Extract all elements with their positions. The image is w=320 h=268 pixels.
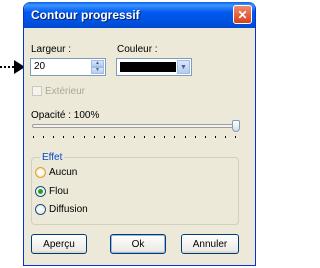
ok-button-label: Ok [131, 238, 145, 250]
slider-tick [134, 136, 135, 138]
color-swatch [120, 62, 176, 72]
preview-button-label: Aperçu [43, 238, 75, 250]
slider-tick [73, 136, 75, 138]
slider-tick [43, 136, 45, 138]
slider-tick [204, 136, 206, 138]
slider-tick [63, 136, 65, 138]
radio-option-diffusion[interactable]: Diffusion [35, 204, 88, 215]
cancel-button-label: Annuler [192, 238, 228, 250]
ok-button[interactable]: Ok [110, 234, 166, 254]
slider-tick [144, 136, 146, 138]
radio-label: Diffusion [49, 204, 88, 215]
radio-option-flou[interactable]: Flou [35, 186, 68, 197]
width-value[interactable]: 20 [34, 61, 45, 72]
slider-tick [33, 136, 34, 138]
slider-tick [154, 136, 156, 138]
chevron-down-icon[interactable]: ▼ [177, 60, 190, 74]
title-bar[interactable]: Contour progressif ✕ [24, 2, 255, 28]
radio-button[interactable] [35, 204, 46, 215]
cancel-button[interactable]: Annuler [181, 234, 239, 254]
opacity-slider-thumb[interactable] [232, 120, 240, 132]
slider-tick [103, 136, 105, 138]
screenshot: Contour progressif ✕ Largeur : 20 ▲ ▼ Co… [0, 0, 260, 268]
slider-tick [224, 136, 226, 138]
opacity-slider-ticks [33, 136, 237, 139]
radio-option-aucun[interactable]: Aucun [35, 167, 77, 178]
close-button[interactable]: ✕ [233, 5, 252, 24]
width-spinner[interactable]: 20 ▲ ▼ [30, 58, 106, 76]
effect-legend: Effet [40, 152, 65, 163]
opacity-slider-track[interactable] [32, 124, 239, 128]
radio-button[interactable] [35, 167, 46, 178]
slider-tick [214, 136, 216, 138]
slider-tick [53, 136, 55, 138]
dialog-title: Contour progressif [31, 8, 140, 22]
radio-label: Aucun [49, 167, 78, 178]
preview-button[interactable]: Aperçu [31, 234, 87, 254]
slider-tick [174, 136, 176, 138]
slider-tick [83, 136, 85, 138]
width-label: Largeur : [31, 44, 72, 55]
color-label: Couleur : [117, 44, 158, 55]
slider-tick [194, 136, 196, 138]
opacity-label: Opacité : 100% [31, 110, 100, 121]
exterior-label: Extérieur [45, 86, 86, 97]
spin-up-icon[interactable]: ▲ [91, 60, 104, 67]
slider-tick [164, 136, 166, 138]
close-icon: ✕ [237, 7, 248, 22]
dialog-content: Largeur : 20 ▲ ▼ Couleur : ▼ Extérieur O… [24, 28, 255, 265]
dialog-window: Contour progressif ✕ Largeur : 20 ▲ ▼ Co… [23, 2, 256, 266]
slider-tick [184, 136, 186, 138]
slider-tick [123, 136, 125, 138]
color-picker[interactable]: ▼ [116, 58, 192, 76]
slider-tick [93, 136, 95, 138]
spin-down-icon[interactable]: ▼ [91, 67, 104, 74]
radio-label: Flou [49, 186, 69, 197]
spinner-arrows: ▲ ▼ [91, 60, 104, 74]
radio-button[interactable] [35, 186, 46, 197]
slider-tick [113, 136, 115, 138]
exterior-checkbox[interactable] [32, 86, 42, 96]
slider-tick [235, 136, 236, 138]
radio-selected-dot [38, 189, 43, 194]
